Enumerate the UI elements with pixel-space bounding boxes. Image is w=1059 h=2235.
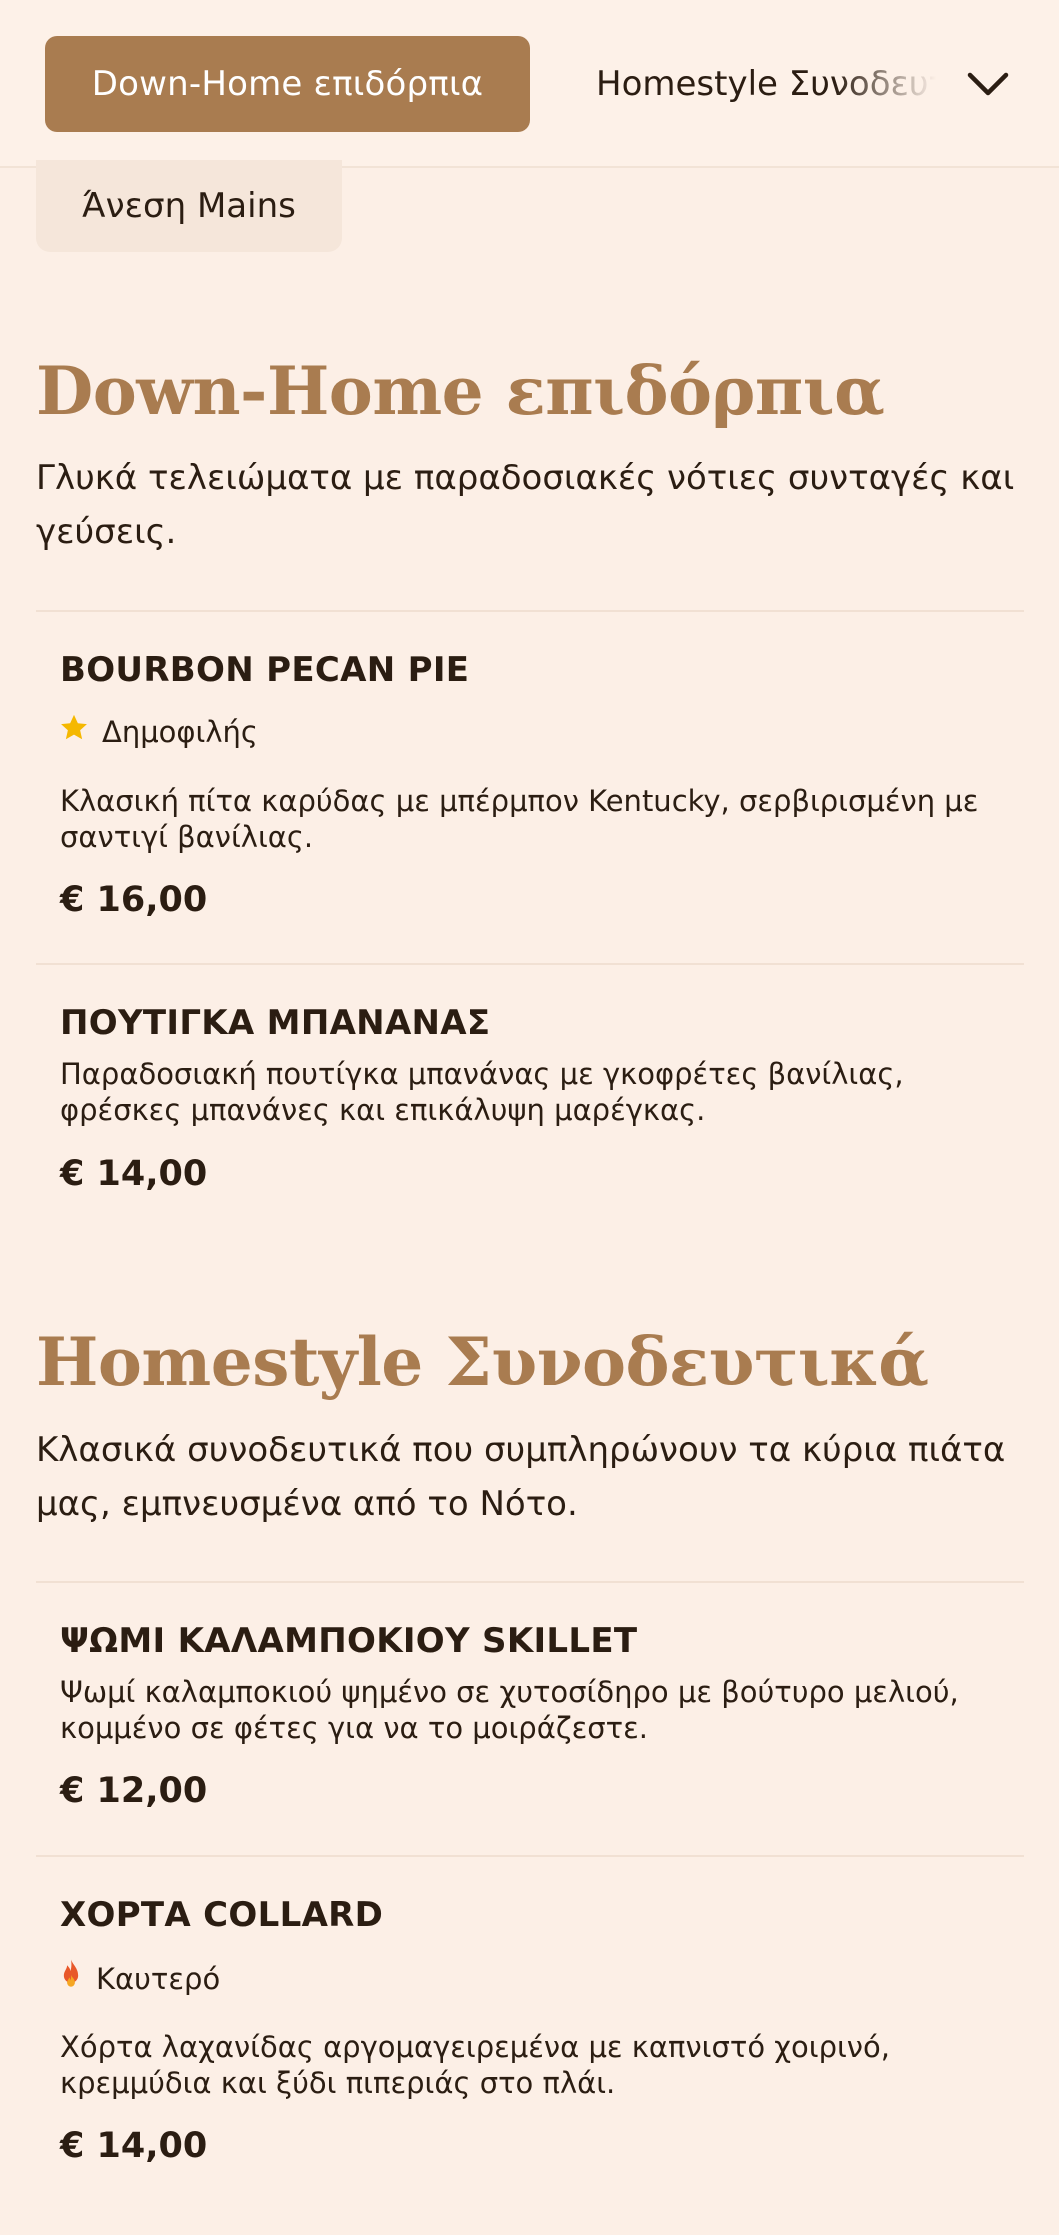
spicy-badge: Καυτερό (58, 1958, 220, 1999)
section-title-sides: Homestyle Συνοδευτικά (36, 1323, 929, 1401)
category-tab-sides[interactable]: Homestyle Συνοδευτικά (596, 36, 936, 132)
divider (36, 1581, 1024, 1583)
menu-item-description: Κλασική πίτα καρύδας με μπέρμπον Kentuck… (60, 784, 979, 854)
section-description-desserts: Γλυκά τελειώματα με παραδοσιακές νότιες … (36, 458, 1015, 552)
menu-item-description: Παραδοσιακή πουτίγκα μπανάνας με γκοφρέτ… (60, 1057, 904, 1127)
menu-page: Down-Home επιδόρπια Homestyle Συνοδευτικ… (0, 0, 1059, 2235)
category-tab-desserts[interactable]: Down-Home επιδόρπια (45, 36, 530, 132)
category-tab-mains[interactable]: Άνεση Mains (36, 160, 342, 252)
flame-icon (58, 1958, 84, 1999)
menu-item-price: € 16,00 (60, 880, 208, 920)
menu-item-description: Χόρτα λαχανίδας αργομαγειρεμένα με καπνι… (60, 2030, 890, 2100)
divider (36, 1855, 1024, 1857)
section-title-desserts: Down-Home επιδόρπια (36, 352, 885, 430)
divider (36, 963, 1024, 965)
menu-item-price: € 14,00 (60, 2126, 208, 2166)
section-description-sides: Κλασικά συνοδευτικά που συμπληρώνουν τα … (36, 1430, 1006, 1524)
badge-label: Δημοφιλής (102, 714, 258, 749)
popular-badge: Δημοφιλής (58, 712, 258, 751)
badge-label: Καυτερό (96, 1961, 221, 1996)
chevron-down-icon[interactable] (960, 56, 1016, 112)
menu-item-name: BOURBON PECAN PIE (60, 650, 470, 690)
menu-item-name: ΧΟΡΤΑ COLLARD (60, 1895, 384, 1935)
menu-item-price: € 12,00 (60, 1771, 208, 1811)
menu-item-description: Ψωμί καλαμποκιού ψημένο σε χυτοσίδηρο με… (60, 1675, 959, 1745)
star-icon (58, 712, 90, 751)
menu-item-price: € 14,00 (60, 1154, 208, 1194)
divider (36, 610, 1024, 612)
menu-item-name: ΨΩΜΙ ΚΑΛΑΜΠΟΚΙΟΥ SKILLET (60, 1621, 638, 1661)
menu-item-name: ΠΟΥΤΙΓΚΑ ΜΠΑΝΑΝΑΣ (60, 1003, 491, 1043)
category-nav: Down-Home επιδόρπια Homestyle Συνοδευτικ… (0, 0, 1059, 168)
